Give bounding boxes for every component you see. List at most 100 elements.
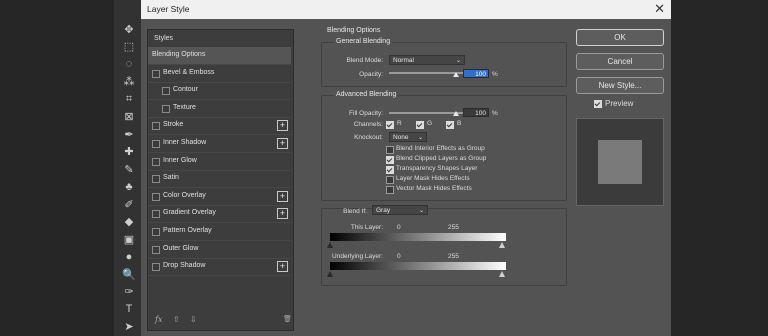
move-up-icon[interactable]: ⇧ bbox=[173, 315, 180, 324]
style-preview bbox=[576, 118, 664, 206]
channel-b-checkbox[interactable] bbox=[446, 121, 454, 129]
advanced-option-checkbox[interactable] bbox=[386, 156, 394, 164]
magic-wand-tool-icon[interactable]: ⁂ bbox=[121, 75, 137, 89]
style-item[interactable]: Satin bbox=[148, 170, 291, 189]
underlying-layer-black-thumb[interactable] bbox=[327, 271, 333, 277]
style-checkbox[interactable] bbox=[152, 69, 160, 78]
style-item[interactable]: Outer Glow bbox=[148, 241, 291, 259]
ok-button[interactable]: OK bbox=[576, 29, 664, 46]
opacity-slider-thumb[interactable] bbox=[453, 72, 459, 77]
style-checkbox[interactable] bbox=[152, 263, 160, 272]
move-down-icon[interactable]: ⇩ bbox=[190, 315, 197, 324]
opacity-unit: % bbox=[492, 71, 498, 78]
blend-mode-dropdown[interactable]: Normal ⌄ bbox=[389, 55, 465, 65]
preview-checkbox[interactable] bbox=[594, 100, 602, 108]
style-checkbox[interactable] bbox=[152, 228, 160, 236]
advanced-option-checkbox[interactable] bbox=[386, 166, 394, 174]
cancel-button[interactable]: Cancel bbox=[576, 53, 664, 70]
this-layer-gradient bbox=[330, 233, 506, 241]
advanced-option-checkbox[interactable] bbox=[386, 176, 394, 184]
style-item[interactable]: Color Overlay + bbox=[148, 188, 291, 206]
frame-tool-icon[interactable]: ⊠ bbox=[121, 110, 137, 124]
style-checkbox[interactable] bbox=[152, 245, 160, 254]
add-style-icon[interactable]: + bbox=[277, 120, 288, 132]
lasso-tool-icon[interactable]: ◌ bbox=[121, 57, 137, 71]
opacity-input[interactable]: 100 bbox=[463, 69, 489, 78]
history-brush-tool-icon[interactable]: ✐ bbox=[121, 197, 137, 211]
gradient-tool-icon[interactable]: ▣ bbox=[121, 232, 137, 246]
style-checkbox[interactable] bbox=[162, 104, 170, 113]
fill-opacity-label: Fill Opacity: bbox=[349, 110, 383, 117]
style-item[interactable]: Contour bbox=[148, 82, 291, 101]
style-item[interactable]: Inner Shadow + bbox=[148, 135, 291, 153]
marquee-tool-icon[interactable]: ⬚ bbox=[121, 40, 137, 54]
general-blending-title: General Blending bbox=[334, 38, 393, 45]
fx-icon[interactable]: fx bbox=[155, 315, 162, 324]
underlying-layer-white-thumb[interactable] bbox=[499, 271, 505, 277]
this-layer-black-thumb[interactable] bbox=[327, 242, 333, 248]
healing-brush-tool-icon[interactable]: ✚ bbox=[121, 145, 137, 159]
knockout-dropdown[interactable]: None ⌄ bbox=[389, 132, 427, 142]
add-style-icon[interactable]: + bbox=[277, 261, 288, 273]
add-style-icon[interactable]: + bbox=[277, 208, 288, 220]
advanced-option-label: Transparency Shapes Layer bbox=[396, 165, 478, 172]
blur-tool-icon[interactable]: ● bbox=[121, 250, 137, 264]
chevron-down-icon: ⌄ bbox=[417, 135, 423, 141]
pen-tool-icon[interactable]: ✑ bbox=[121, 285, 137, 299]
style-item[interactable]: Gradient Overlay + bbox=[148, 205, 291, 224]
style-item-label: Gradient Overlay bbox=[163, 209, 216, 217]
move-tool-icon[interactable]: ✥ bbox=[121, 22, 137, 36]
preview-label: Preview bbox=[605, 99, 634, 108]
style-checkbox[interactable] bbox=[152, 175, 160, 184]
crop-tool-icon[interactable]: ⌗ bbox=[121, 92, 137, 106]
style-checkbox[interactable] bbox=[162, 87, 170, 96]
style-item[interactable]: Bevel & Emboss bbox=[148, 65, 291, 83]
knockout-label: Knockout: bbox=[354, 134, 383, 141]
channel-g-checkbox[interactable] bbox=[416, 121, 424, 129]
fill-opacity-slider[interactable] bbox=[389, 112, 463, 114]
this-layer-min: 0 bbox=[397, 224, 401, 231]
fill-opacity-slider-thumb[interactable] bbox=[453, 111, 459, 116]
style-checkbox[interactable] bbox=[152, 140, 160, 148]
dodge-tool-icon[interactable]: 🔍 bbox=[121, 267, 137, 281]
advanced-option-checkbox[interactable] bbox=[386, 146, 394, 154]
blend-if-dropdown[interactable]: Gray ⌄ bbox=[372, 205, 428, 215]
opacity-slider[interactable] bbox=[389, 72, 463, 74]
trash-icon[interactable]: 🗑 bbox=[283, 315, 292, 323]
blend-mode-value: Normal bbox=[393, 57, 414, 64]
path-selection-tool-icon[interactable]: ➤ bbox=[121, 320, 137, 334]
style-item-label: Blending Options bbox=[152, 51, 206, 58]
add-style-icon[interactable]: + bbox=[277, 190, 288, 202]
style-checkbox[interactable] bbox=[152, 122, 160, 131]
eyedropper-tool-icon[interactable]: ✒ bbox=[121, 127, 137, 141]
style-checkbox[interactable] bbox=[152, 157, 160, 166]
eraser-tool-icon[interactable]: ◆ bbox=[121, 215, 137, 229]
styles-bottom-bar: fx ⇧ ⇩ 🗑 bbox=[155, 315, 295, 325]
style-item-label: Texture bbox=[173, 103, 196, 111]
preview-swatch bbox=[598, 140, 642, 184]
style-checkbox[interactable] bbox=[152, 192, 160, 201]
style-item-label: Inner Glow bbox=[163, 156, 197, 164]
style-item[interactable]: Pattern Overlay bbox=[148, 223, 291, 241]
styles-header[interactable]: Styles bbox=[154, 35, 173, 42]
channel-label: R bbox=[397, 120, 402, 127]
channel-label: B bbox=[457, 120, 462, 127]
style-item-label: Pattern Overlay bbox=[163, 227, 212, 234]
style-item[interactable]: Stroke + bbox=[148, 117, 291, 136]
style-item[interactable]: Inner Glow bbox=[148, 153, 291, 171]
fill-opacity-input[interactable]: 100 bbox=[463, 108, 489, 117]
new-style-button[interactable]: New Style... bbox=[576, 77, 664, 94]
channel-r-checkbox[interactable] bbox=[386, 121, 394, 129]
style-item[interactable]: Drop Shadow + bbox=[148, 258, 291, 277]
advanced-option-label: Blend Clipped Layers as Group bbox=[396, 155, 487, 162]
style-checkbox[interactable] bbox=[152, 210, 160, 219]
add-style-icon[interactable]: + bbox=[277, 138, 288, 149]
this-layer-white-thumb[interactable] bbox=[499, 242, 505, 248]
style-item[interactable]: Blending Options bbox=[148, 47, 291, 65]
type-tool-icon[interactable]: T bbox=[121, 302, 137, 316]
brush-tool-icon[interactable]: ✎ bbox=[121, 162, 137, 176]
advanced-option-checkbox[interactable] bbox=[386, 186, 394, 194]
clone-stamp-tool-icon[interactable]: ♣ bbox=[121, 180, 137, 194]
close-icon[interactable]: ✕ bbox=[654, 1, 665, 17]
style-item[interactable]: Texture bbox=[148, 100, 291, 118]
